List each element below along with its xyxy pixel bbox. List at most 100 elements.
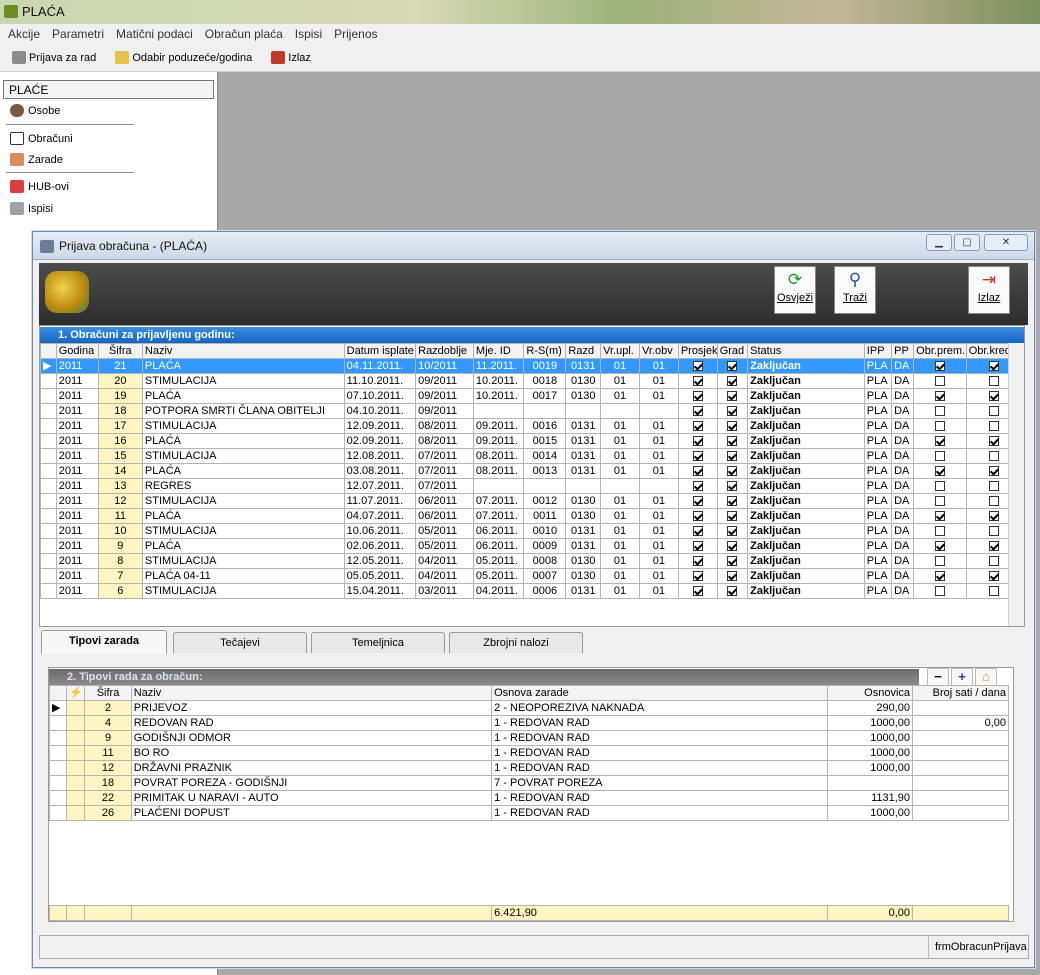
table-row[interactable]: 2011 17 STIMULACIJA 12.09.2011. 08/2011 09.20…: [40, 418, 1024, 434]
table-row[interactable]: 2011 16 PLAĆA 02.09.2011. 08/2011 09.2011. 001…: [40, 433, 1024, 449]
column-header[interactable]: Vr.obv: [638, 343, 679, 359]
obr-kredit-checkbox[interactable]: [988, 375, 999, 386]
table-row[interactable]: 2011 15 STIMULACIJA 12.08.2011. 07/2011 08.20…: [40, 448, 1024, 464]
minimize-button[interactable]: ▁: [926, 234, 952, 251]
obr-prem-checkbox[interactable]: [934, 405, 945, 416]
obr-prem-checkbox[interactable]: [934, 360, 945, 371]
menu-akcije[interactable]: Akcije: [4, 24, 44, 44]
obr-kredit-checkbox[interactable]: [988, 495, 999, 506]
table-row[interactable]: 4 REDOVAN RAD 1 - REDOVAN RAD 1000,00 0,00: [49, 715, 1009, 731]
grad-checkbox[interactable]: [727, 570, 738, 581]
prosjek-checkbox[interactable]: [692, 555, 703, 566]
obr-prem-checkbox[interactable]: [934, 525, 945, 536]
grad-checkbox[interactable]: [727, 525, 738, 536]
obr-kredit-checkbox[interactable]: [988, 390, 999, 401]
prosjek-checkbox[interactable]: [692, 465, 703, 476]
column-header[interactable]: Mje. ID: [472, 343, 525, 359]
menu-obracun-placa[interactable]: Obračun plaća: [201, 24, 287, 44]
obr-kredit-checkbox[interactable]: [988, 480, 999, 491]
nav-item-hub-ovi[interactable]: HUB-ovi: [10, 180, 69, 193]
trazi-button[interactable]: ⚲ Traži: [834, 266, 876, 314]
table-row[interactable]: 2011 9 PLAĆA 02.06.2011. 05/2011 06.2011. 0009…: [40, 538, 1024, 554]
grad-checkbox[interactable]: [727, 585, 738, 596]
prijava-za-rad-button[interactable]: Prijava za rad: [12, 51, 96, 64]
table-row[interactable]: 2011 7 PLAĆA 04-11 05.05.2011. 04/2011 05.201…: [40, 568, 1024, 584]
prosjek-checkbox[interactable]: [692, 360, 703, 371]
tab-tipovi-zarada[interactable]: Tipovi zarada: [41, 630, 167, 654]
prosjek-checkbox[interactable]: [692, 540, 703, 551]
column-header[interactable]: PP: [891, 343, 915, 359]
obr-prem-checkbox[interactable]: [934, 570, 945, 581]
obr-prem-checkbox[interactable]: [934, 495, 945, 506]
prosjek-checkbox[interactable]: [692, 390, 703, 401]
obr-kredit-checkbox[interactable]: [988, 450, 999, 461]
maximize-button[interactable]: ▢: [954, 234, 980, 251]
obr-prem-checkbox[interactable]: [934, 450, 945, 461]
prosjek-checkbox[interactable]: [692, 495, 703, 506]
tab-zbrojni-nalozi[interactable]: Zbrojni nalozi: [449, 632, 583, 653]
odabir-button[interactable]: Odabir poduzeće/godina: [115, 51, 252, 64]
menu-ispisi[interactable]: Ispisi: [291, 24, 326, 44]
column-header[interactable]: R-S(m): [523, 343, 567, 359]
table-row[interactable]: ▶ 2011 21 PLAĆA 04.11.2011. 10/2011 11.2011. 00…: [40, 358, 1024, 374]
column-header[interactable]: Naziv: [141, 343, 345, 359]
column-header[interactable]: Prosjek: [677, 343, 718, 359]
obr-prem-checkbox[interactable]: [934, 390, 945, 401]
table-row[interactable]: 11 BO RO 1 - REDOVAN RAD 1000,00: [49, 745, 1009, 761]
grad-checkbox[interactable]: [727, 465, 738, 476]
close-button[interactable]: ✕: [984, 234, 1028, 251]
column-header[interactable]: Naziv: [130, 685, 493, 701]
prosjek-checkbox[interactable]: [692, 375, 703, 386]
obr-prem-checkbox[interactable]: [934, 585, 945, 596]
obr-kredit-checkbox[interactable]: [988, 465, 999, 476]
obr-kredit-checkbox[interactable]: [988, 405, 999, 416]
izlaz-toolbar-button[interactable]: Izlaz: [271, 51, 311, 64]
table-row[interactable]: 12 DRŽAVNI PRAZNIK 1 - REDOVAN RAD 1000,00: [49, 760, 1009, 776]
prosjek-checkbox[interactable]: [692, 435, 703, 446]
grad-checkbox[interactable]: [727, 405, 738, 416]
obr-kredit-checkbox[interactable]: [988, 435, 999, 446]
table-row[interactable]: 9 GODIŠNJI ODMOR 1 - REDOVAN RAD 1000,00: [49, 730, 1009, 746]
obr-prem-checkbox[interactable]: [934, 540, 945, 551]
obr-prem-checkbox[interactable]: [934, 420, 945, 431]
obr-prem-checkbox[interactable]: [934, 375, 945, 386]
obr-prem-checkbox[interactable]: [934, 435, 945, 446]
prosjek-checkbox[interactable]: [692, 405, 703, 416]
column-header[interactable]: Obr.prem.: [913, 343, 967, 359]
prosjek-checkbox[interactable]: [692, 510, 703, 521]
prosjek-checkbox[interactable]: [692, 570, 703, 581]
grad-checkbox[interactable]: [727, 375, 738, 386]
column-header[interactable]: IPP: [863, 343, 893, 359]
obr-prem-checkbox[interactable]: [934, 555, 945, 566]
osvjezi-button[interactable]: ⟳ Osvježi: [774, 266, 816, 314]
izlaz-window-button[interactable]: ⇥ Izlaz: [968, 266, 1010, 314]
menu-prijenos[interactable]: Prijenos: [330, 24, 381, 44]
tab-tecajevi[interactable]: Tečajevi: [173, 632, 307, 653]
nav-item-ispisi[interactable]: Ispisi: [10, 202, 53, 215]
obr-kredit-checkbox[interactable]: [988, 570, 999, 581]
column-header[interactable]: Vr.upl.: [600, 343, 640, 359]
table-row[interactable]: 2011 14 PLAĆA 03.08.2011. 07/2011 08.2011. 001…: [40, 463, 1024, 479]
grad-checkbox[interactable]: [727, 435, 738, 446]
column-header[interactable]: Status: [747, 343, 865, 359]
column-header[interactable]: Osnova zarade: [491, 685, 829, 701]
prosjek-checkbox[interactable]: [692, 585, 703, 596]
obr-kredit-checkbox[interactable]: [988, 420, 999, 431]
column-header[interactable]: Šifra: [97, 343, 143, 359]
menu-maticni-podaci[interactable]: Matični podaci: [112, 24, 197, 44]
nav-item-osobe[interactable]: Osobe: [10, 104, 60, 117]
grid2-add-button[interactable]: +: [951, 668, 973, 686]
prosjek-checkbox[interactable]: [692, 480, 703, 491]
grid2-folder-button[interactable]: ⌂: [975, 668, 997, 686]
tab-temeljnica[interactable]: Temeljnica: [311, 632, 445, 653]
column-header[interactable]: Godina: [55, 343, 99, 359]
obr-kredit-checkbox[interactable]: [988, 510, 999, 521]
column-header[interactable]: Razdoblje: [415, 343, 474, 359]
grad-checkbox[interactable]: [727, 480, 738, 491]
obr-kredit-checkbox[interactable]: [988, 555, 999, 566]
grad-checkbox[interactable]: [727, 540, 738, 551]
grad-checkbox[interactable]: [727, 450, 738, 461]
column-header[interactable]: Osnovica: [827, 685, 914, 701]
table-row[interactable]: 2011 12 STIMULACIJA 11.07.2011. 06/2011 07.20…: [40, 493, 1024, 509]
grad-checkbox[interactable]: [727, 420, 738, 431]
